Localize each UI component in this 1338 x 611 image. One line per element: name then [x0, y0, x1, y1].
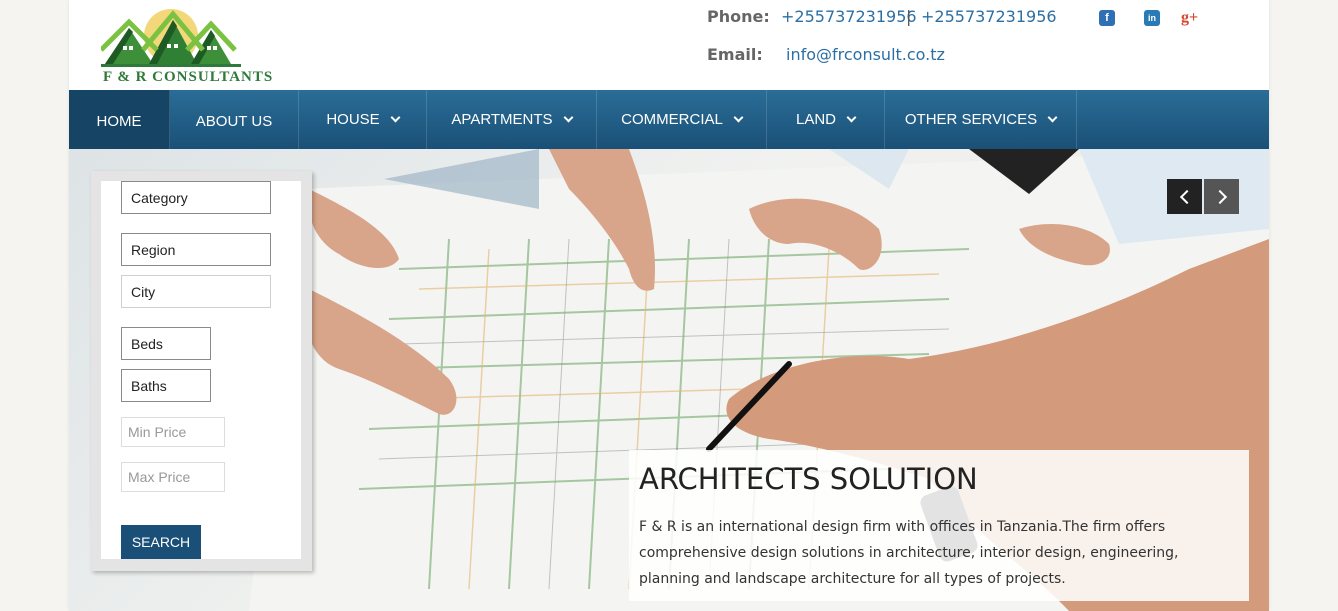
logo-houses-graphic: [99, 9, 241, 67]
chevron-down-icon: [390, 112, 401, 123]
chevron-down-icon: [1047, 112, 1058, 123]
region-select[interactable]: Region: [121, 233, 271, 266]
phone-separator: |: [906, 7, 912, 26]
email-label: Email:: [707, 45, 763, 64]
logo-text: F & R CONSULTANTS: [103, 69, 274, 85]
hero-slider: Category Region City Beds Baths Min Pric…: [69, 149, 1269, 611]
main-nav: HOME ABOUT US HOUSE APARTMENTS COMMERCIA…: [69, 90, 1269, 149]
search-button[interactable]: SEARCH: [121, 525, 201, 559]
slider-prev-button[interactable]: [1167, 179, 1202, 214]
nav-item-label: LAND: [795, 111, 836, 128]
facebook-icon[interactable]: f: [1099, 10, 1115, 26]
nav-item-apartments[interactable]: APARTMENTS: [427, 90, 597, 149]
caption-title: ARCHITECTS SOLUTION: [639, 462, 978, 496]
linkedin-icon[interactable]: in: [1144, 10, 1160, 26]
beds-select[interactable]: Beds: [121, 327, 211, 360]
nav-item-label: HOUSE: [326, 111, 380, 128]
caption-text: F & R is an international design firm wi…: [639, 519, 1179, 587]
nav-item-about-us[interactable]: ABOUT US: [170, 90, 299, 149]
nav-item-label: APARTMENTS: [451, 111, 553, 128]
phone-number-1[interactable]: +255737231956: [781, 7, 917, 26]
page: F & R CONSULTANTS Phone: +255737231956 |…: [69, 0, 1269, 611]
phone-label: Phone:: [707, 7, 770, 26]
nav-item-label: COMMERCIAL: [621, 111, 723, 128]
chevron-down-icon: [563, 112, 574, 123]
nav-item-label: OTHER SERVICES: [904, 111, 1038, 128]
property-search-panel: Category Region City Beds Baths Min Pric…: [91, 171, 312, 571]
chevron-left-icon: [1179, 189, 1194, 204]
nav-item-house[interactable]: HOUSE: [299, 90, 427, 149]
nav-item-commercial[interactable]: COMMERCIAL: [597, 90, 767, 149]
city-select[interactable]: City: [121, 275, 271, 308]
nav-item-other-services[interactable]: OTHER SERVICES: [885, 90, 1077, 149]
nav-item-label: HOME: [96, 113, 142, 130]
min-price-input[interactable]: Min Price: [121, 417, 225, 447]
search-form: Category Region City Beds Baths Min Pric…: [101, 181, 301, 559]
slide-caption: ARCHITECTS SOLUTION F & R is an internat…: [629, 450, 1249, 601]
nav-item-label: ABOUT US: [195, 113, 273, 130]
nav-item-home[interactable]: HOME: [69, 90, 170, 149]
chevron-right-icon: [1212, 189, 1227, 204]
category-select[interactable]: Category: [121, 181, 271, 214]
phone-number-2[interactable]: +255737231956: [921, 7, 1057, 26]
max-price-input[interactable]: Max Price: [121, 462, 225, 492]
chevron-down-icon: [846, 112, 857, 123]
nav-item-land[interactable]: LAND: [767, 90, 885, 149]
site-logo[interactable]: F & R CONSULTANTS: [99, 6, 301, 86]
baths-select[interactable]: Baths: [121, 369, 211, 402]
chevron-down-icon: [733, 112, 744, 123]
google-plus-icon[interactable]: g+: [1181, 10, 1198, 26]
slider-next-button[interactable]: [1204, 179, 1239, 214]
site-header: F & R CONSULTANTS Phone: +255737231956 |…: [69, 0, 1269, 90]
email-link[interactable]: info@frconsult.co.tz: [786, 45, 945, 64]
